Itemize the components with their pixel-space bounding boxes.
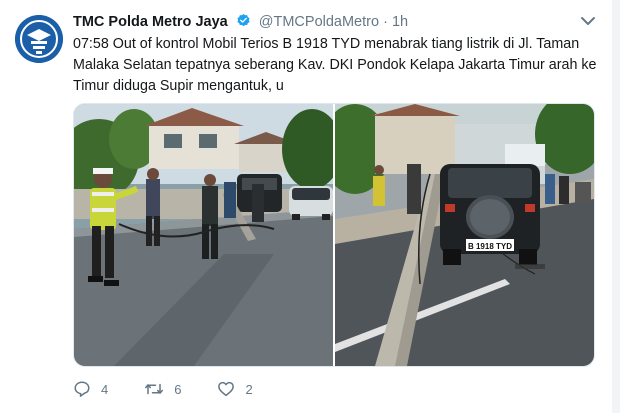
tweet-text: 07:58 Out of kontrol Mobil Terios B 1918… [73,36,597,94]
license-plate-text: B 1918 TYD [468,242,512,251]
separator-dot: · [383,14,388,30]
heart-icon [218,381,235,397]
account-handle[interactable]: @TMCPoldaMetro [259,14,379,30]
display-name[interactable]: TMC Polda Metro Jaya [73,14,228,30]
reply-count: 4 [101,381,109,397]
photo-police-officer[interactable] [74,104,333,366]
reply-button[interactable]: 4 [73,380,108,398]
police-logo-icon [15,15,63,63]
chevron-down-icon[interactable] [580,14,596,28]
retweet-count: 6 [174,381,182,397]
tweet-header: TMC Polda Metro Jaya @TMCPoldaMetro · 1h [73,13,590,35]
retweet-button[interactable]: 6 [144,380,181,398]
tweet-actions: 4 6 2 [73,378,289,400]
retweet-icon [145,383,164,395]
tweet-card[interactable]: TMC Polda Metro Jaya @TMCPoldaMetro · 1h… [0,0,620,413]
like-button[interactable]: 2 [217,380,253,398]
media-grid[interactable]: B 1918 TYD [73,103,595,367]
like-count: 2 [245,381,253,397]
verified-badge-icon [236,13,251,32]
scrollbar-track[interactable] [612,0,620,413]
photo-crashed-car[interactable]: B 1918 TYD [335,104,594,366]
reply-icon [74,381,90,397]
tweet-timestamp[interactable]: 1h [392,14,408,30]
account-avatar[interactable] [15,15,63,63]
